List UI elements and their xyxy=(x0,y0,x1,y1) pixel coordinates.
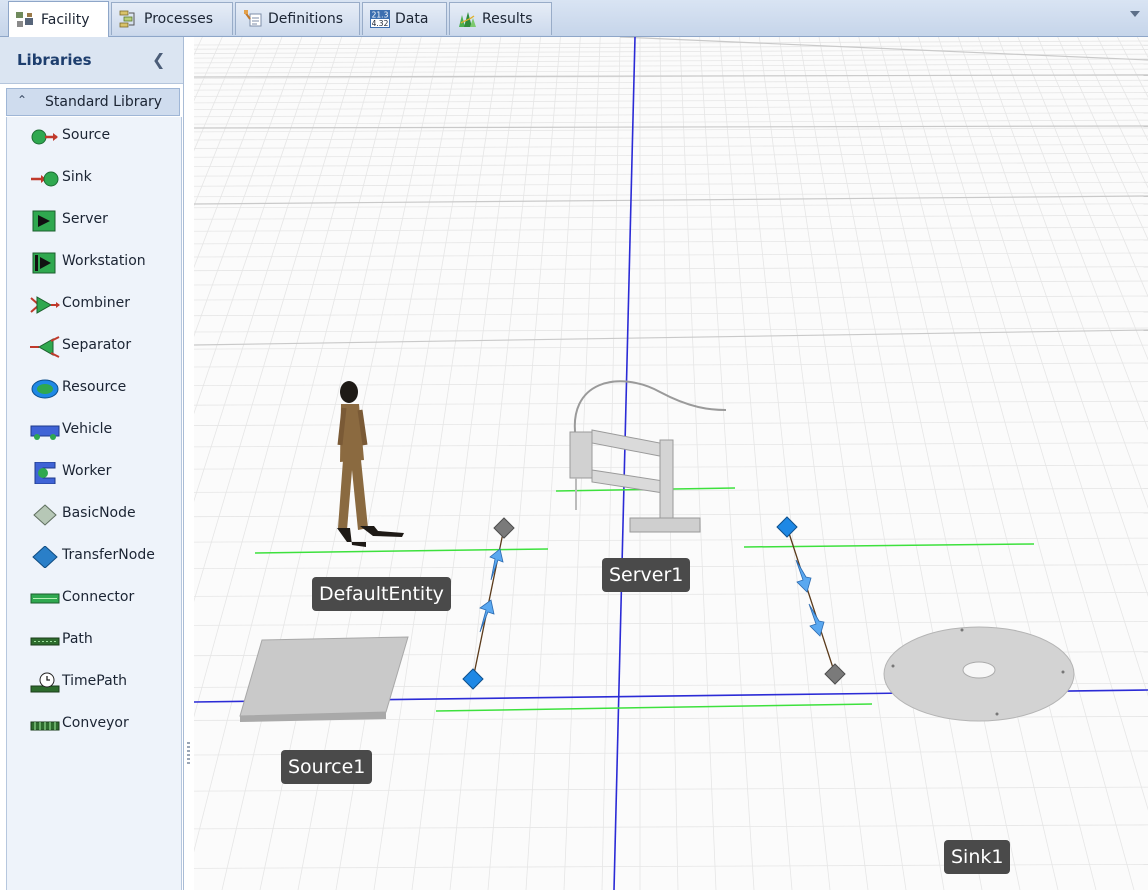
transfer-node-icon xyxy=(32,546,58,568)
library-item-label: Vehicle xyxy=(62,421,113,437)
library-item-label: BasicNode xyxy=(62,505,136,521)
server1-label[interactable]: Server1 xyxy=(602,558,691,592)
panel-splitter[interactable] xyxy=(187,742,190,764)
tab-label: Processes xyxy=(144,11,214,27)
collapse-panel-icon[interactable]: ❮ xyxy=(152,50,165,69)
sink1-label[interactable]: Sink1 xyxy=(944,840,1011,874)
tab-overflow-chevron-icon[interactable] xyxy=(1130,11,1140,17)
tab-results[interactable]: Results xyxy=(449,2,552,35)
path-icon xyxy=(30,637,60,646)
results-icon xyxy=(456,9,478,29)
server-input-node[interactable] xyxy=(493,517,515,539)
library-item-source[interactable]: Source xyxy=(7,117,179,155)
tab-label: Data xyxy=(395,11,429,27)
library-item-label: Combiner xyxy=(62,295,130,311)
default-entity-figure[interactable] xyxy=(337,381,404,547)
chevron-up-icon[interactable]: ⌃ xyxy=(17,93,27,107)
sink-icon xyxy=(31,171,59,187)
workstation-icon xyxy=(32,252,56,274)
tab-facility[interactable]: Facility xyxy=(8,1,109,37)
library-item-workstation[interactable]: Workstation xyxy=(7,243,179,281)
tab-label: Definitions xyxy=(268,11,344,27)
library-item-path[interactable]: Path xyxy=(7,621,179,659)
library-item-combiner[interactable]: Combiner xyxy=(7,285,179,323)
library-item-label: TransferNode xyxy=(62,547,155,563)
tab-label: Facility xyxy=(41,11,90,28)
source1-object[interactable] xyxy=(239,636,409,722)
library-item-worker[interactable]: Worker xyxy=(7,453,179,491)
vehicle-icon xyxy=(30,425,60,440)
processes-icon xyxy=(118,9,140,29)
sink-input-node[interactable] xyxy=(824,663,846,685)
definitions-icon xyxy=(242,9,264,29)
library-item-label: Conveyor xyxy=(62,715,129,731)
library-item-label: TimePath xyxy=(62,673,128,689)
resource-icon xyxy=(31,379,59,399)
libraries-panel: Libraries ❮ ⌃ Standard Library Source Si… xyxy=(0,37,184,890)
view-tab-bar: Facility Processes Definitions 21.3 4.32 … xyxy=(0,0,1148,37)
connector-icon xyxy=(30,593,60,604)
libraries-header: Libraries ❮ xyxy=(0,37,183,84)
library-item-transfernode[interactable]: TransferNode xyxy=(7,537,179,575)
library-item-sink[interactable]: Sink xyxy=(7,159,179,197)
library-item-server[interactable]: Server xyxy=(7,201,179,239)
combiner-icon xyxy=(30,296,60,314)
default-entity-label[interactable]: DefaultEntity xyxy=(312,577,451,611)
path-server-to-sink[interactable] xyxy=(786,526,836,675)
separator-icon xyxy=(30,336,60,358)
library-item-label: Resource xyxy=(62,379,127,395)
library-item-label: Server xyxy=(62,211,108,227)
library-item-label: Path xyxy=(62,631,93,647)
data-icon: 21.3 4.32 xyxy=(369,9,391,29)
library-item-label: Connector xyxy=(62,589,135,605)
library-item-conveyor[interactable]: Conveyor xyxy=(7,705,179,743)
library-item-label: Workstation xyxy=(62,253,146,269)
basic-node-icon xyxy=(33,504,57,526)
floor-grid-major xyxy=(194,37,1148,346)
tab-data[interactable]: 21.3 4.32 Data xyxy=(362,2,447,35)
facility-3d-view[interactable]: DefaultEntity Server1 Source1 Sink1 xyxy=(194,37,1148,890)
library-item-label: Separator xyxy=(62,337,132,353)
server1-object[interactable] xyxy=(569,380,727,533)
server-output-node[interactable] xyxy=(776,516,798,538)
tab-label: Results xyxy=(482,11,533,27)
worker-icon xyxy=(34,462,56,484)
standard-library-group-header[interactable]: ⌃ Standard Library xyxy=(6,88,180,116)
time-path-icon xyxy=(30,672,60,693)
server-icon xyxy=(32,210,56,232)
library-item-connector[interactable]: Connector xyxy=(7,579,179,617)
libraries-title: Libraries xyxy=(17,51,92,69)
group-label: Standard Library xyxy=(45,94,163,110)
tab-definitions[interactable]: Definitions xyxy=(235,2,360,35)
library-item-separator[interactable]: Separator xyxy=(7,327,179,365)
library-item-timepath[interactable]: TimePath xyxy=(7,663,179,701)
tab-processes[interactable]: Processes xyxy=(111,2,233,35)
facility-icon xyxy=(15,10,37,30)
library-item-vehicle[interactable]: Vehicle xyxy=(7,411,179,449)
library-item-label: Sink xyxy=(62,169,92,185)
library-item-list: Source Sink Server Workstation Combiner … xyxy=(6,117,182,890)
data-icon-bottom: 4.32 xyxy=(372,19,389,28)
library-item-label: Source xyxy=(62,127,111,143)
library-item-label: Worker xyxy=(62,463,112,479)
source1-label[interactable]: Source1 xyxy=(281,750,373,784)
conveyor-icon xyxy=(30,721,60,731)
sink1-object[interactable] xyxy=(883,626,1075,722)
library-item-basicnode[interactable]: BasicNode xyxy=(7,495,179,533)
library-item-resource[interactable]: Resource xyxy=(7,369,179,407)
source-icon xyxy=(31,129,58,145)
